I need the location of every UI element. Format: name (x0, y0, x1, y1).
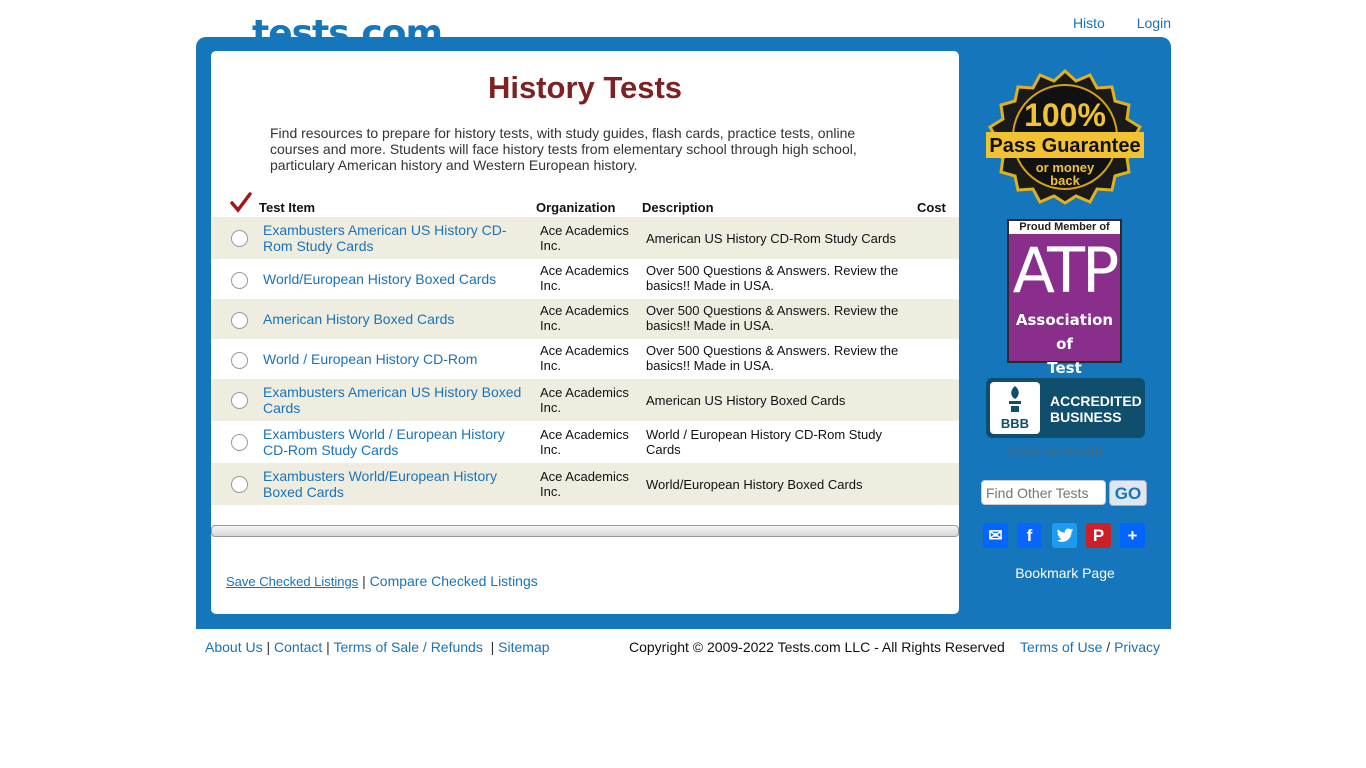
table-row: Exambusters American US History CD-Rom S… (211, 217, 959, 259)
intro-text: Find resources to prepare for history te… (270, 125, 857, 173)
main-content: History Tests Find resources to prepare … (211, 51, 959, 614)
bbb-accredited-text: ACCREDITED BUSINESS (1050, 393, 1142, 425)
organization: Ace Academics Inc. (540, 303, 629, 333)
footer-legal-links: Terms of Use / Privacy (1019, 639, 1160, 655)
find-tests-input[interactable] (981, 480, 1106, 505)
bbb-torch-icon (1009, 386, 1021, 412)
checkmark-icon (230, 192, 252, 213)
row-select-radio[interactable] (231, 434, 248, 451)
row-select-radio[interactable] (231, 476, 248, 493)
bbb-logo-text: BBB (1000, 416, 1030, 431)
table-row: Exambusters World / European History CD-… (211, 421, 959, 463)
top-nav: Histo Login (1045, 15, 1171, 31)
description: Over 500 Questions & Answers. Review the… (646, 263, 899, 293)
actions-separator: | (362, 573, 366, 589)
atp-line-1: Association of (1015, 311, 1114, 353)
footer-about-link[interactable]: About Us (205, 639, 263, 655)
footer-terms-of-sale-link[interactable]: Terms of Sale / Refunds (333, 639, 482, 655)
footer-contact-link[interactable]: Contact (274, 639, 322, 655)
row-select-radio[interactable] (231, 272, 248, 289)
pinterest-icon[interactable]: P (1086, 523, 1111, 548)
test-item-link[interactable]: Exambusters World/European History Boxed… (263, 468, 528, 500)
table-header: Test Item Organization Description Cost (211, 192, 959, 217)
row-select-radio[interactable] (231, 352, 248, 369)
footer-privacy-link[interactable]: Privacy (1114, 639, 1160, 655)
description: World / European History CD-Rom Study Ca… (646, 427, 883, 457)
organization: Ace Academics Inc. (540, 385, 629, 415)
table-row: Exambusters American US History Boxed Ca… (211, 379, 959, 421)
organization: Ace Academics Inc. (540, 343, 629, 373)
table-row: Exambusters World/European History Boxed… (211, 463, 959, 505)
nav-history-link[interactable]: Histo (1073, 15, 1105, 31)
organization: Ace Academics Inc. (540, 263, 629, 293)
test-item-link[interactable]: World/European History Boxed Cards (263, 271, 528, 287)
row-select-radio[interactable] (231, 392, 248, 409)
test-item-link[interactable]: World / European History CD-Rom (263, 351, 528, 367)
pass-guarantee-badge[interactable]: 100% Pass Guarantee or money back (984, 69, 1146, 205)
col-organization: Organization (536, 200, 616, 215)
atp-member-badge[interactable]: Proud Member of ATP Association of Test … (1007, 219, 1122, 401)
guarantee-100: 100% (1024, 97, 1106, 133)
col-cost: Cost (917, 200, 946, 215)
guarantee-pass: Pass Guarantee (989, 135, 1140, 157)
bbb-accredited-badge[interactable]: BBB ACCREDITED BUSINESS (986, 378, 1145, 438)
twitter-icon[interactable] (1052, 523, 1077, 548)
test-list: Exambusters American US History CD-Rom S… (211, 217, 959, 505)
test-item-link[interactable]: Exambusters American US History CD-Rom S… (263, 222, 528, 254)
bbb-line-1: ACCREDITED (1050, 393, 1142, 409)
atp-logo-text: ATP (1012, 234, 1120, 307)
description: World/European History Boxed Cards (646, 477, 863, 492)
row-select-radio[interactable] (231, 230, 248, 247)
organization: Ace Academics Inc. (540, 223, 629, 253)
footer-sitemap-link[interactable]: Sitemap (498, 639, 549, 655)
row-select-radio[interactable] (231, 312, 248, 329)
facebook-icon[interactable]: f (1017, 523, 1042, 548)
atp-proud-member: Proud Member of (1009, 221, 1120, 234)
copyright-text: Copyright © 2009-2022 Tests.com LLC - Al… (629, 639, 1005, 655)
table-row: American History Boxed Cards Ace Academi… (211, 299, 959, 339)
test-item-link[interactable]: Exambusters World / European History CD-… (263, 426, 528, 458)
email-icon[interactable]: ✉ (983, 523, 1008, 548)
bbb-logo: BBB (990, 382, 1040, 434)
footer-links: About Us | Contact | Terms of Sale / Ref… (205, 639, 550, 655)
share-plus-icon[interactable]: + (1120, 523, 1145, 548)
organization: Ace Academics Inc. (540, 469, 629, 499)
compare-checked-listings-link[interactable]: Compare Checked Listings (370, 573, 538, 589)
nav-login-link[interactable]: Login (1137, 15, 1171, 31)
test-item-link[interactable]: American History Boxed Cards (263, 311, 528, 327)
description: American US History Boxed Cards (646, 393, 846, 408)
test-item-link[interactable]: Exambusters American US History Boxed Ca… (263, 384, 528, 416)
bbb-line-2: BUSINESS (1050, 409, 1122, 425)
table-row: World/European History Boxed Cards Ace A… (211, 259, 959, 299)
page-title: History Tests (487, 70, 683, 105)
listing-actions: Save Checked Listings | Compare Checked … (226, 573, 538, 589)
organization: Ace Academics Inc. (540, 427, 629, 457)
bbb-click-profile[interactable]: Click for Profile (1009, 444, 1105, 459)
guarantee-back: back (1050, 173, 1080, 188)
footer: About Us | Contact | Terms of Sale / Ref… (205, 639, 1165, 655)
col-description: Description (642, 200, 714, 215)
go-button[interactable]: GO (1109, 480, 1147, 506)
footer-terms-of-use-link[interactable]: Terms of Use (1020, 639, 1102, 655)
description: American US History CD-Rom Study Cards (646, 231, 896, 246)
save-checked-listings-link[interactable]: Save Checked Listings (226, 574, 358, 589)
col-test-item: Test Item (259, 200, 316, 215)
bookmark-page-link[interactable]: Bookmark Page (959, 565, 1171, 581)
horizontal-scrollbar[interactable] (211, 525, 959, 537)
table-row: World / European History CD-Rom Ace Acad… (211, 339, 959, 379)
description: Over 500 Questions & Answers. Review the… (646, 303, 899, 333)
description: Over 500 Questions & Answers. Review the… (646, 343, 899, 373)
